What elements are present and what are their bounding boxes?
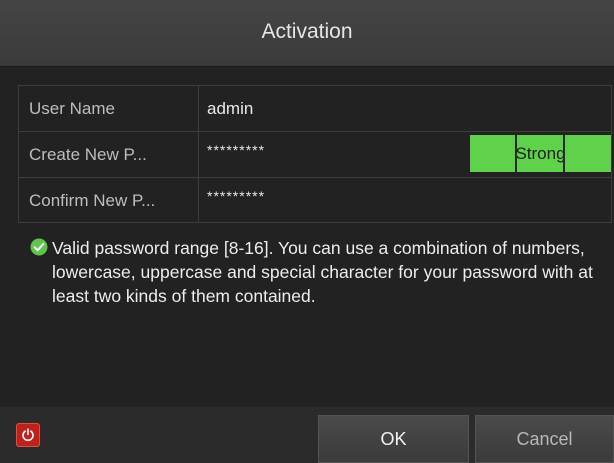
dialog-title: Activation xyxy=(261,20,353,43)
strength-label: Strong xyxy=(515,144,566,163)
title-bar: Activation xyxy=(0,0,614,67)
activation-dialog: Activation User Name admin Create New P.… xyxy=(0,0,614,463)
new-password-label: Create New P... xyxy=(19,132,199,177)
confirm-password-row: Confirm New P... ********* xyxy=(19,178,611,223)
power-icon xyxy=(22,428,34,442)
activation-form: User Name admin Create New P... ********… xyxy=(18,85,612,223)
confirm-password-field[interactable]: ********* xyxy=(207,178,611,223)
power-button[interactable] xyxy=(16,423,40,447)
dialog-footer: OK Cancel xyxy=(0,407,614,463)
confirm-password-label: Confirm New P... xyxy=(19,178,199,223)
check-circle-icon xyxy=(30,238,48,256)
password-strength-indicator: Strong xyxy=(470,135,611,172)
ok-button[interactable]: OK xyxy=(318,415,469,463)
new-password-row: Create New P... ********* Strong xyxy=(19,132,611,178)
strength-divider xyxy=(563,135,565,172)
strength-divider xyxy=(515,135,517,172)
password-hint-text: Valid password range [8-16]. You can use… xyxy=(52,238,593,306)
username-label: User Name xyxy=(19,86,199,131)
username-field[interactable]: admin xyxy=(207,86,611,131)
cancel-button[interactable]: Cancel xyxy=(475,415,614,463)
username-row: User Name admin xyxy=(19,86,611,132)
